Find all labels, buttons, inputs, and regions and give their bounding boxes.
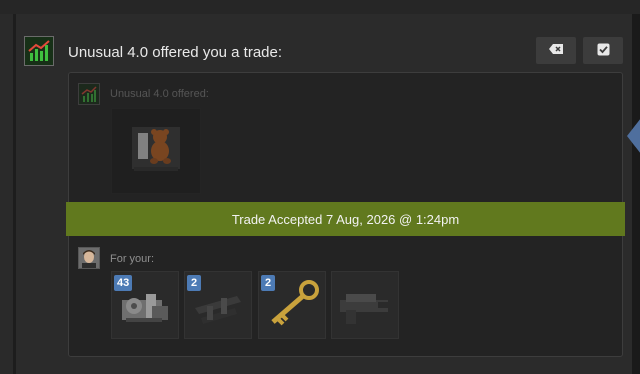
your-item[interactable]: 2 bbox=[258, 271, 326, 339]
item-count-badge: 2 bbox=[261, 275, 275, 291]
mark-read-button[interactable] bbox=[583, 37, 623, 64]
top-strip bbox=[0, 0, 640, 14]
trade-accepted-banner: Trade Accepted 7 Aug, 2026 @ 1:24pm bbox=[66, 202, 625, 236]
item-count-badge: 2 bbox=[187, 275, 201, 291]
delete-notification-button[interactable] bbox=[536, 37, 576, 64]
your-items-label: For your: bbox=[110, 253, 155, 265]
right-shade bbox=[632, 14, 640, 374]
notification-title: Unusual 4.0 offered you a trade: bbox=[68, 44, 283, 61]
your-item[interactable] bbox=[331, 271, 399, 339]
scroll-arrow-icon[interactable] bbox=[627, 118, 640, 154]
their-offer-label: Unusual 4.0 offered: bbox=[110, 88, 209, 100]
checkbox-icon bbox=[597, 43, 610, 59]
delete-tag-icon bbox=[548, 43, 564, 58]
item-count-badge: 43 bbox=[114, 275, 133, 291]
your-item[interactable]: 2 bbox=[184, 271, 252, 339]
left-gutter bbox=[0, 14, 13, 374]
your-avatar[interactable] bbox=[78, 247, 100, 269]
offered-item[interactable] bbox=[111, 108, 201, 194]
your-item[interactable]: 43 bbox=[111, 271, 179, 339]
trader-avatar[interactable] bbox=[78, 83, 100, 105]
avatar[interactable] bbox=[24, 36, 54, 66]
